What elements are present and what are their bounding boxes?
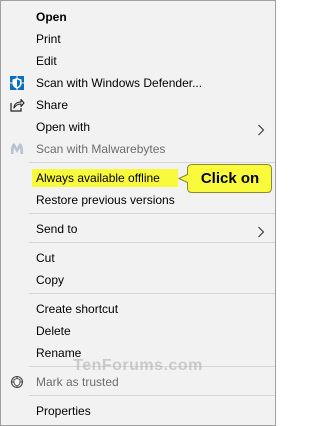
menu-separator (29, 293, 275, 294)
menu-item-copy-label: Copy (36, 273, 65, 287)
menu-separator (29, 242, 275, 243)
share-icon (9, 97, 25, 113)
malwarebytes-icon (9, 141, 25, 157)
trust-shield-icon (9, 374, 25, 390)
menu-item-scan-malwarebytes[interactable]: Scan with Malwarebytes (1, 138, 275, 160)
menu-item-send-to[interactable]: Send to (1, 218, 275, 240)
menu-item-open-with[interactable]: Open with (1, 116, 275, 138)
menu-item-open-with-label: Open with (36, 120, 91, 134)
menu-item-share[interactable]: Share (1, 94, 275, 116)
menu-item-create-shortcut[interactable]: Create shortcut (1, 298, 275, 320)
menu-item-always-offline-label: Always available offline (36, 171, 160, 185)
shield-icon (9, 75, 25, 91)
menu-item-cut-label: Cut (36, 251, 55, 265)
menu-item-open-label: Open (36, 10, 67, 24)
chevron-right-icon (257, 223, 265, 238)
menu-item-print-label: Print (36, 32, 61, 46)
menu-item-rename[interactable]: Rename (1, 342, 275, 364)
menu-separator (29, 366, 275, 367)
chevron-right-icon (257, 121, 265, 136)
menu-item-edit[interactable]: Edit (1, 50, 275, 72)
menu-separator (29, 395, 275, 396)
menu-item-mark-trusted[interactable]: Mark as trusted (1, 371, 275, 393)
menu-item-mark-trusted-label: Mark as trusted (36, 375, 119, 389)
callout-text: Click on (200, 170, 260, 187)
menu-item-edit-label: Edit (36, 54, 57, 68)
menu-item-copy[interactable]: Copy (1, 269, 275, 291)
menu-item-share-label: Share (36, 98, 69, 112)
menu-item-send-to-label: Send to (36, 222, 78, 236)
menu-item-properties-label: Properties (36, 404, 91, 418)
menu-item-scan-defender[interactable]: Scan with Windows Defender... (1, 72, 275, 94)
menu-item-rename-label: Rename (36, 346, 82, 360)
menu-item-delete-label: Delete (36, 324, 71, 338)
menu-item-cut[interactable]: Cut (1, 247, 275, 269)
menu-item-print[interactable]: Print (1, 28, 275, 50)
menu-item-scan-malwarebytes-label: Scan with Malwarebytes (36, 142, 166, 156)
menu-item-restore-versions-label: Restore previous versions (36, 193, 175, 207)
menu-item-delete[interactable]: Delete (1, 320, 275, 342)
menu-item-open[interactable]: Open (1, 6, 275, 28)
menu-item-properties[interactable]: Properties (1, 400, 275, 422)
menu-item-scan-defender-label: Scan with Windows Defender... (36, 76, 203, 90)
context-menu: Open Print Edit Scan with Windows Defend… (0, 0, 276, 426)
menu-separator (29, 213, 275, 214)
menu-item-create-shortcut-label: Create shortcut (36, 302, 119, 316)
